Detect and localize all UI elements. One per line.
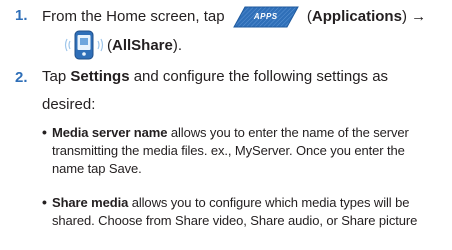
step-number-1: 1.	[15, 7, 28, 24]
step-1-text: From the Home screen, tap	[42, 7, 225, 25]
step-2-line-1: Tap Settings and configure the following…	[42, 68, 388, 85]
step-2-text-after: and configure the following settings as	[129, 68, 389, 85]
bullet-1-text-1: allows you to enter the name of the serv…	[167, 125, 409, 140]
media-server-name-term: Media server name	[52, 125, 168, 140]
apps-icon: APPS	[232, 6, 299, 28]
bullet-dot-1: •	[42, 124, 47, 140]
settings-label: Settings	[70, 68, 130, 85]
apps-icon-label: APPS	[253, 12, 278, 21]
allshare-label: AllShare	[112, 37, 173, 54]
step-1-line-1: From the Home screen, tap APPS (Applicat…	[42, 6, 426, 28]
allshare-icon	[63, 28, 105, 62]
bullet-1-line-2: transmitting the media files. ex., MySer…	[52, 143, 405, 158]
step-1-line-2: (AllShare).	[107, 37, 182, 54]
manual-page: 1. From the Home screen, tap APPS (Appli…	[0, 0, 452, 250]
bullet-2-text-1: allows you to configure which media type…	[128, 195, 410, 210]
bullet-2-line-2: shared. Choose from Share video, Share a…	[52, 213, 418, 228]
step-1-end: ).	[172, 37, 183, 54]
bullet-2-line-1: Share media allows you to configure whic…	[52, 194, 409, 212]
bullet-1-line-3: name tap Save.	[52, 161, 142, 176]
applications-label: Applications	[311, 7, 402, 25]
step-2-text-before: Tap	[42, 68, 71, 85]
bullet-1-line-1: Media server name allows you to enter th…	[52, 124, 409, 142]
step-number-2: 2.	[15, 69, 28, 86]
step-2-line-2: desired:	[42, 96, 96, 113]
share-media-term: Share media	[52, 195, 129, 210]
step-1-after: ) →	[401, 7, 427, 25]
bullet-dot-2: •	[42, 194, 47, 210]
